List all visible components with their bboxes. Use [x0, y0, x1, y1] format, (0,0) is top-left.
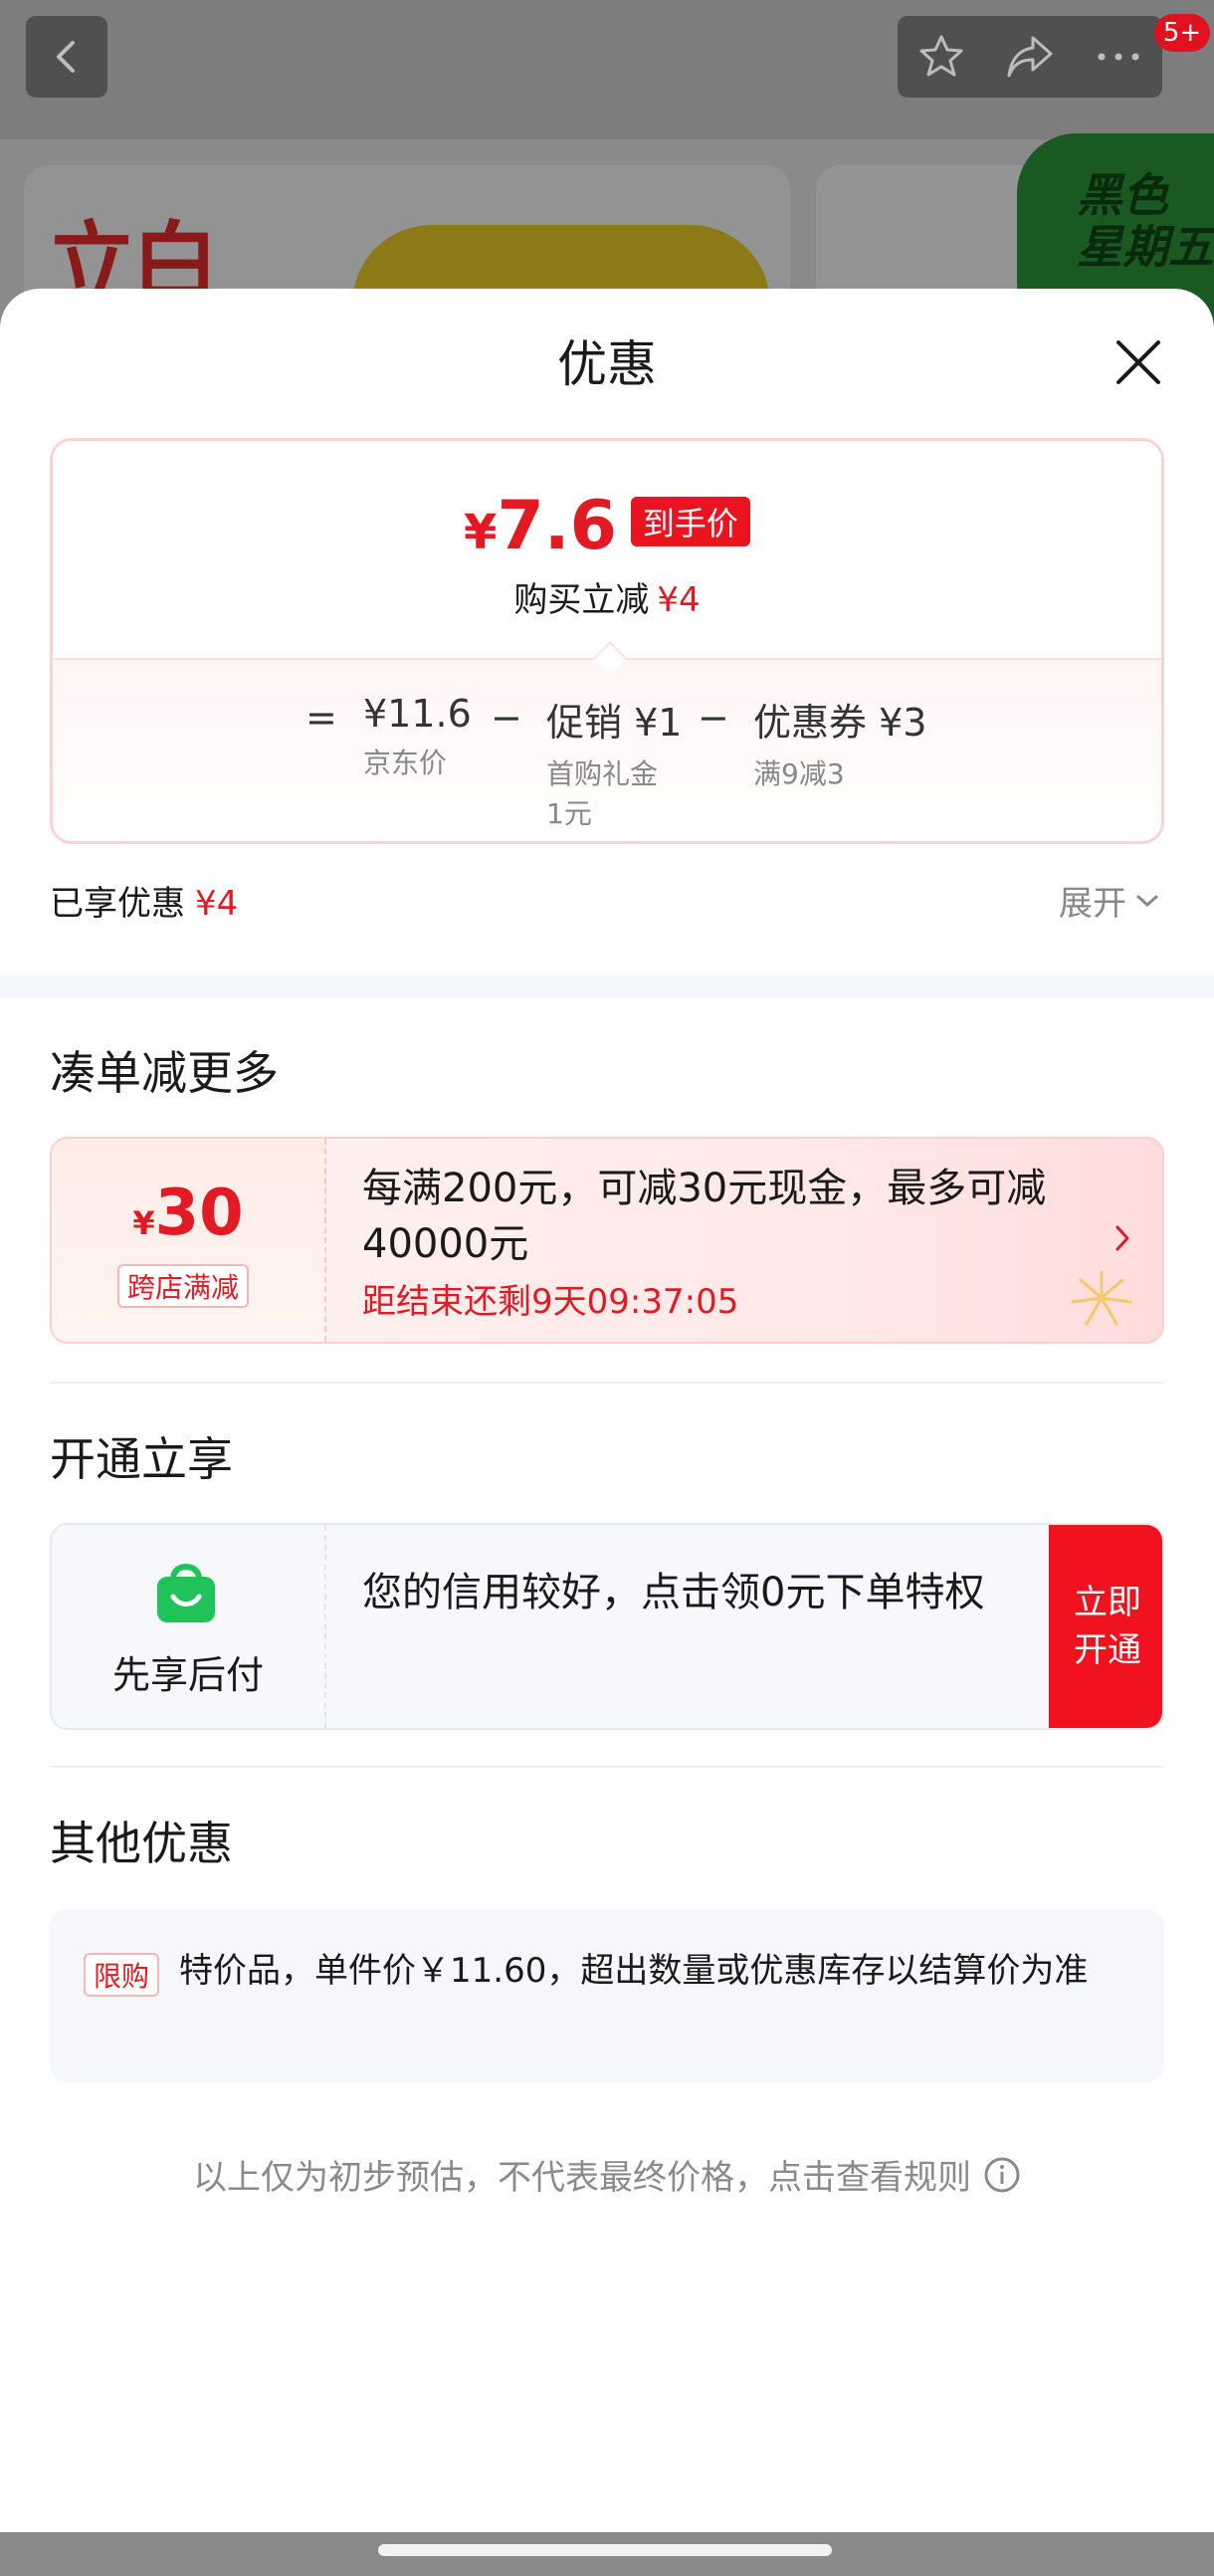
cross-store-coupon-card[interactable]: ¥30 跨店满减 每满200元，可减30元现金，最多可减40000元 距结束还剩…	[50, 1137, 1164, 1344]
final-price-tag: 到手价	[630, 497, 750, 546]
pay-later-label: 先享后付	[111, 1653, 264, 1697]
purchase-limit-card: 限购 特价品，单件价￥11.60，超出数量或优惠库存以结算价为准	[50, 1909, 1164, 2082]
home-indicator[interactable]	[378, 2544, 832, 2556]
limit-description: 特价品，单件价￥11.60，超出数量或优惠库存以结算价为准	[179, 1951, 1089, 1991]
final-price-section: ¥ 7.6 到手价 购买立减 ¥4	[53, 441, 1161, 658]
reduction-value: ¥4	[657, 580, 701, 620]
final-price: ¥ 7.6 到手价	[53, 487, 1161, 565]
coupon-currency: ¥	[132, 1204, 155, 1242]
calc-item-jd-price: ¥11.6 京东价	[363, 692, 472, 783]
activate-now-button[interactable]: 立即开通	[1049, 1525, 1162, 1728]
calc-item-main: ¥11.6	[363, 692, 472, 736]
calc-item-main: 优惠券 ¥3	[753, 701, 927, 745]
system-nav-bar	[0, 2532, 1214, 2576]
calc-item-coupon: 优惠券 ¥3 满9减3	[753, 692, 926, 794]
coupon-value: 30	[154, 1177, 244, 1250]
section-divider	[0, 975, 1214, 997]
equals-sign: =	[305, 696, 337, 740]
sparkle-decoration-icon	[1071, 1270, 1132, 1326]
header-actions	[898, 16, 1162, 98]
favorite-button[interactable]	[911, 27, 971, 87]
final-price-currency: ¥	[464, 505, 498, 560]
expand-button[interactable]: 展开	[1059, 876, 1160, 925]
price-breakdown-card: ¥ 7.6 到手价 购买立减 ¥4 = ¥11.6 京东价 − 促销 ¥1 首购礼…	[50, 438, 1164, 844]
coupon-amount: ¥30	[52, 1177, 324, 1250]
footnote-text: 以上仅为初步预估，不代表最终价格，点击查看规则	[193, 2158, 971, 2198]
close-icon	[1116, 340, 1160, 384]
coupon-description: 每满200元，可减30元现金，最多可减40000元	[362, 1166, 1047, 1267]
limit-tag: 限购	[84, 1953, 160, 1997]
calc-item-sub: 满9减3	[753, 757, 845, 790]
calc-item-sub: 京东价	[363, 747, 448, 779]
coupon-tag: 跨店满减	[117, 1264, 250, 1308]
section-title-other: 其他优惠	[50, 1817, 233, 1870]
share-button[interactable]	[1000, 27, 1060, 87]
activate-now-label: 立即开通	[1074, 1583, 1141, 1670]
notification-badge: 5+	[1154, 14, 1210, 52]
share-icon	[1007, 36, 1053, 78]
divider	[50, 1382, 1164, 1384]
coupon-amount-panel: ¥30 跨店满减	[52, 1139, 326, 1342]
calc-item-sub: 首购礼金 1元	[546, 757, 659, 830]
calc-item-main: 促销 ¥1	[546, 701, 683, 745]
info-icon	[984, 2157, 1020, 2192]
star-icon	[919, 35, 963, 77]
reduction-label: 购买立减	[513, 580, 650, 620]
section-title-combine: 凑单减更多	[50, 1046, 279, 1100]
section-title-open: 开通立享	[50, 1432, 233, 1486]
purchase-reduction: 购买立减 ¥4	[53, 572, 1161, 621]
shopping-bag-icon	[157, 1564, 215, 1622]
price-calculation: = ¥11.6 京东价 − 促销 ¥1 首购礼金 1元 − 优惠券 ¥3 满9减…	[53, 658, 1161, 841]
close-button[interactable]	[1109, 332, 1168, 392]
pay-later-panel: 先享后付	[52, 1525, 326, 1728]
chevron-left-icon	[57, 41, 75, 73]
divider	[50, 1766, 1164, 1768]
expand-label: 展开	[1059, 884, 1126, 924]
discount-sheet: 优惠 ¥ 7.6 到手价 购买立减 ¥4 = ¥11.6 京东价 − 促销 ¥1…	[0, 289, 1214, 2532]
chevron-right-icon	[1115, 1225, 1129, 1251]
minus-sign: −	[698, 696, 729, 740]
enjoyed-label: 已享优惠	[50, 884, 185, 924]
minus-sign: −	[491, 696, 522, 740]
pay-later-card[interactable]: 先享后付 您的信用较好，点击领0元下单特权 立即开通	[50, 1523, 1164, 1730]
chevron-down-icon	[1136, 895, 1158, 906]
enjoyed-discount: 已享优惠 ¥4	[50, 876, 238, 925]
calc-item-promotion: 促销 ¥1 首购礼金 1元	[546, 692, 682, 834]
rules-footnote[interactable]: 以上仅为初步预估，不代表最终价格，点击查看规则	[0, 2150, 1214, 2199]
pay-later-description: 您的信用较好，点击领0元下单特权	[362, 1570, 985, 1615]
more-dots-icon	[1098, 53, 1139, 61]
back-button[interactable]	[26, 16, 107, 98]
sheet-title: 优惠	[557, 335, 657, 393]
enjoyed-value: ¥4	[195, 884, 239, 924]
final-price-value: 7.6	[497, 487, 617, 565]
coupon-countdown: 距结束还剩9天09:37:05	[362, 1282, 739, 1322]
more-button[interactable]	[1089, 27, 1148, 87]
